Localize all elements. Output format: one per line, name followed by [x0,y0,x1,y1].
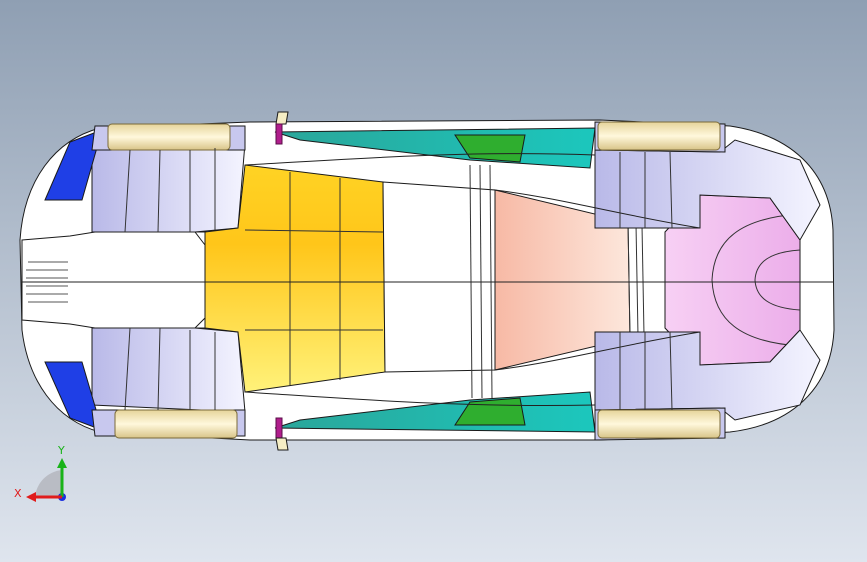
front-left-fender [91,142,246,233]
wheel-rear-right [594,407,726,441]
car-model[interactable] [19,111,835,451]
wheel-front-left [91,123,246,151]
wheel-rear-left [594,121,726,153]
cad-3d-viewport[interactable]: Y X [0,0,867,562]
x-axis-label: X [14,487,22,500]
front-right-fender [91,327,246,413]
y-axis-label: Y [57,444,65,457]
windshield [382,181,496,373]
front-nose [21,231,206,329]
viewport-canvas[interactable]: Y X [0,0,867,562]
wheel-front-right [91,409,246,439]
